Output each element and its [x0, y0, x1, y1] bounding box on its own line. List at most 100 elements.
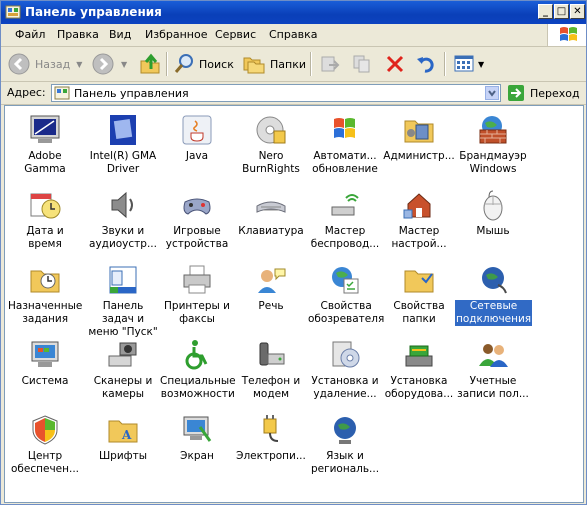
item-label: Специальные возможности [160, 375, 236, 400]
windows-logo-icon [547, 24, 586, 46]
item-label: Язык и региональ... [310, 450, 380, 475]
wireless-icon [331, 194, 359, 216]
item-phone-modem[interactable]: Телефон и модем [233, 338, 309, 401]
globe-icon [334, 417, 356, 444]
item-scanners-cameras[interactable]: Сканеры и камеры [85, 338, 161, 401]
views-button[interactable]: ▼ [453, 52, 484, 76]
item-internet-options[interactable]: Свойства обозревателя [307, 263, 385, 326]
maximize-button[interactable]: □ [554, 4, 569, 19]
item-automatic-updates[interactable]: Автомати... обновление [307, 113, 383, 176]
item-intel-gma[interactable]: Intel(R) GMA Driver [85, 113, 161, 176]
forward-arrow-icon [92, 53, 114, 75]
power-icon [263, 415, 279, 442]
back-button[interactable]: Назад ▼ [7, 52, 82, 76]
delete-button[interactable] [384, 52, 406, 76]
address-dropdown-button[interactable] [485, 86, 499, 100]
item-label: Свойства папки [393, 300, 445, 325]
forward-dropdown-icon[interactable]: ▼ [121, 60, 127, 69]
item-network-connections[interactable]: Сетевые подключения [455, 263, 533, 326]
forward-button[interactable]: ▼ [91, 52, 127, 76]
control-panel-icon [5, 5, 21, 19]
item-label: Мастер настрой... [391, 225, 447, 250]
item-label: Свойства обозревателя [308, 300, 385, 325]
views-dropdown-icon[interactable]: ▼ [478, 60, 484, 69]
svg-text:A: A [121, 428, 132, 442]
java-icon [182, 115, 212, 145]
add-hardware-icon [405, 345, 433, 367]
item-printers-faxes[interactable]: Принтеры и факсы [159, 263, 235, 326]
item-label: Клавиатура [238, 225, 304, 237]
item-date-time[interactable]: Дата и время [7, 188, 83, 251]
undo-button[interactable] [415, 52, 437, 76]
monitor-gamma-icon [30, 115, 60, 143]
item-wireless-wizard[interactable]: Мастер беспровод... [307, 188, 383, 251]
item-adobe-gamma[interactable]: Adobe Gamma [7, 113, 83, 176]
item-keyboard[interactable]: Клавиатура [233, 188, 309, 238]
control-panel-items-view: Adobe Gamma Intel(R) GMA Driver Java Ner… [4, 105, 584, 503]
item-fonts[interactable]: A Шрифты [85, 413, 161, 463]
item-add-remove-programs[interactable]: Установка и удаление... [307, 338, 383, 401]
item-speech[interactable]: Речь [233, 263, 309, 313]
menu-favorites[interactable]: Избранное [145, 28, 207, 41]
menu-tools[interactable]: Сервис [215, 28, 256, 41]
item-scheduled-tasks[interactable]: Назначенные задания [7, 263, 83, 326]
item-label: Учетные записи пол... [457, 375, 529, 400]
copy-to-button[interactable] [351, 52, 373, 76]
item-label: Панель задач и меню "Пуск" [88, 300, 158, 338]
item-windows-firewall[interactable]: Брандмауэр Windows [455, 113, 531, 176]
item-system[interactable]: Система [7, 338, 83, 388]
title-bar[interactable]: Панель управления _ □ ✕ [1, 1, 586, 24]
item-mouse[interactable]: Мышь [455, 188, 531, 238]
minimize-button[interactable]: _ [538, 4, 553, 19]
item-user-accounts[interactable]: Учетные записи пол... [455, 338, 531, 401]
item-label: Установка и удаление... [311, 375, 379, 400]
item-label: Центр обеспечен... [11, 450, 79, 475]
item-label: Телефон и модем [241, 375, 301, 400]
folders-button[interactable]: Папки [242, 52, 306, 76]
item-label: Система [21, 375, 69, 387]
menu-file[interactable]: Файл [15, 28, 45, 41]
menu-help[interactable]: Справка [269, 28, 317, 41]
fonts-folder-icon: A [108, 420, 138, 443]
address-value: Панель управления [74, 87, 189, 100]
item-label: Брандмауэр Windows [459, 150, 527, 175]
item-security-center[interactable]: Центр обеспечен... [7, 413, 83, 476]
control-panel-window: Панель управления _ □ ✕ Файл Правка Вид … [0, 0, 587, 505]
item-regional-language[interactable]: Язык и региональ... [307, 413, 383, 476]
item-power-options[interactable]: Электропи... [233, 413, 309, 463]
item-game-controllers[interactable]: Игровые устройства [159, 188, 235, 251]
item-java[interactable]: Java [159, 113, 235, 163]
taskbar-icon [109, 266, 137, 294]
go-button[interactable]: Переход [507, 84, 580, 102]
item-label: Принтеры и факсы [164, 300, 230, 325]
item-label: Установка оборудова... [384, 375, 454, 400]
accessibility-icon [185, 340, 208, 370]
back-dropdown-icon[interactable]: ▼ [76, 60, 82, 69]
scheduled-tasks-icon [30, 270, 60, 293]
mouse-icon [483, 190, 503, 221]
item-accessibility-options[interactable]: Специальные возможности [159, 338, 236, 401]
item-nero-burnrights[interactable]: Nero BurnRights [233, 113, 309, 176]
item-folder-options[interactable]: Свойства папки [381, 263, 457, 326]
item-network-setup-wizard[interactable]: Мастер настрой... [381, 188, 457, 251]
shield-icon [32, 415, 58, 445]
item-sounds-audio[interactable]: Звуки и аудиоустр... [85, 188, 161, 251]
close-button[interactable]: ✕ [570, 4, 585, 19]
up-folder-button[interactable] [139, 52, 161, 76]
address-field[interactable]: Панель управления [51, 84, 501, 102]
item-label: Шрифты [98, 450, 148, 462]
menu-view[interactable]: Вид [109, 28, 131, 41]
item-taskbar-start-menu[interactable]: Панель задач и меню "Пуск" [85, 263, 161, 339]
item-administrative-tools[interactable]: Администр... [381, 113, 457, 163]
item-add-hardware[interactable]: Установка оборудова... [381, 338, 457, 401]
speech-icon [258, 268, 286, 293]
item-display[interactable]: Экран [159, 413, 235, 463]
search-button[interactable]: Поиск [173, 52, 234, 76]
item-label: Мышь [476, 225, 510, 237]
menu-edit[interactable]: Правка [57, 28, 99, 41]
move-to-button[interactable] [319, 52, 341, 76]
item-label: Intel(R) GMA Driver [89, 150, 157, 175]
phone-modem-icon [259, 342, 285, 366]
back-arrow-icon [8, 53, 30, 75]
gamepad-icon [183, 198, 211, 215]
